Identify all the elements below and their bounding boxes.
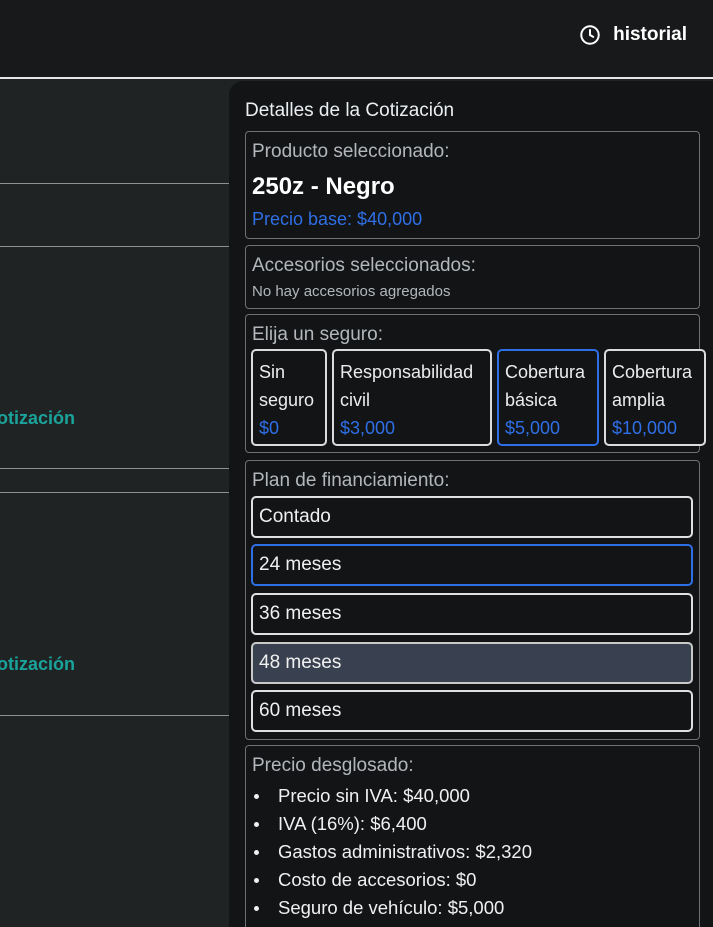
plan-option-contado[interactable]: Contado xyxy=(251,496,693,538)
plan-option-36-meses[interactable]: 36 meses xyxy=(251,593,693,635)
plan-option-60-meses[interactable]: 60 meses xyxy=(251,690,693,732)
accessories-label: Accesorios seleccionados: xyxy=(252,255,476,276)
quote-link[interactable]: otización xyxy=(0,654,226,675)
insurance-box: Elija un seguro: Sin seguro $0 Responsab… xyxy=(245,314,706,453)
breakdown-label: Precio desglosado: xyxy=(252,755,414,776)
insurance-name: civil xyxy=(340,390,370,410)
insurance-price: $5,000 xyxy=(505,418,561,438)
breakdown-list: Precio sin IVA: $40,000 IVA (16%): $6,40… xyxy=(246,782,532,922)
quote-details-panel: Detalles de la Cotización Producto selec… xyxy=(229,81,713,927)
divider xyxy=(0,715,229,716)
breakdown-item: Precio sin IVA: $40,000 xyxy=(246,782,532,810)
divider xyxy=(0,183,229,184)
insurance-name: seguro xyxy=(259,390,315,410)
insurance-price: $10,000 xyxy=(612,418,678,438)
insurance-name: básica xyxy=(505,390,558,410)
product-label: Producto seleccionado: xyxy=(252,141,450,162)
top-bar: historial xyxy=(0,0,713,79)
insurance-name: Cobertura xyxy=(612,362,693,382)
clock-icon xyxy=(580,25,600,45)
plan-option-24-meses[interactable]: 24 meses xyxy=(251,544,693,586)
insurance-label: Elija un seguro: xyxy=(252,324,383,345)
breakdown-item: IVA (16%): $6,400 xyxy=(246,810,532,838)
financing-box: Plan de financiamiento: Contado 24 meses… xyxy=(245,460,700,740)
history-button[interactable]: historial xyxy=(579,20,687,50)
insurance-name: Sin xyxy=(259,362,286,382)
insurance-name: Cobertura xyxy=(505,362,586,382)
accessories-box: Accesorios seleccionados: No hay accesor… xyxy=(245,245,700,309)
divider xyxy=(0,468,229,469)
quotes-list: otización otización xyxy=(0,81,229,927)
product-name: 250z - Negro xyxy=(252,173,395,200)
panel-title: Detalles de la Cotización xyxy=(245,100,455,121)
quote-link[interactable]: otización xyxy=(0,408,226,429)
divider xyxy=(0,492,229,493)
insurance-option-cobertura-basica[interactable]: Cobertura básica $5,000 xyxy=(497,349,599,446)
history-label: historial xyxy=(613,24,687,45)
price-breakdown-box: Precio desglosado: Precio sin IVA: $40,0… xyxy=(245,745,700,927)
plan-option-48-meses[interactable]: 48 meses xyxy=(251,642,693,684)
insurance-option-cobertura-amplia[interactable]: Cobertura amplia $10,000 xyxy=(604,349,706,446)
insurance-option-responsabilidad-civil[interactable]: Responsabilidad civil $3,000 xyxy=(332,349,492,446)
no-accessories-text: No hay accesorios agregados xyxy=(252,283,451,300)
insurance-name: Responsabilidad xyxy=(340,362,474,382)
insurance-option-sin-seguro[interactable]: Sin seguro $0 xyxy=(251,349,327,446)
breakdown-item: Seguro de vehículo: $5,000 xyxy=(246,894,532,922)
product-box: Producto seleccionado: 250z - Negro Prec… xyxy=(245,131,700,239)
insurance-price: $3,000 xyxy=(340,418,396,438)
breakdown-item: Costo de accesorios: $0 xyxy=(246,866,532,894)
financing-label: Plan de financiamiento: xyxy=(252,470,450,491)
divider xyxy=(0,246,229,247)
breakdown-item: Gastos administrativos: $2,320 xyxy=(246,838,532,866)
insurance-price: $0 xyxy=(259,418,280,438)
base-price: Precio base: $40,000 xyxy=(252,209,423,229)
insurance-name: amplia xyxy=(612,390,666,410)
